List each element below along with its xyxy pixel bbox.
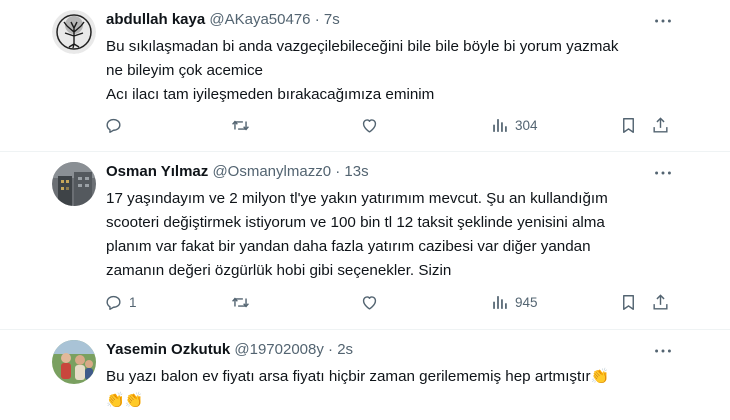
display-name[interactable]: Osman Yılmaz: [106, 163, 208, 180]
tree-avatar-icon[interactable]: [52, 10, 96, 54]
tweet-line: planım var fakat bir yandan daha fazla y…: [106, 238, 591, 255]
reply-button[interactable]: 1: [104, 293, 137, 312]
tweet-line: scooteri değiştirmek istiyorum ve 100 bi…: [106, 214, 605, 231]
bookmark-icon: [623, 118, 634, 133]
tweet[interactable]: abdullah kaya @AKaya50476 · 7s Bu sıkıla…: [0, 0, 730, 152]
people-photo-avatar-icon[interactable]: [52, 340, 96, 384]
like-button[interactable]: [360, 293, 385, 312]
like-button[interactable]: [360, 116, 385, 135]
tweet-text: Bu sıkılaşmadan bi anda vazgeçilebileceğ…: [106, 35, 676, 107]
tweet-line: 17 yaşındayım ve 2 milyon tl'ye yakın ya…: [106, 190, 608, 207]
reply-button[interactable]: [104, 116, 129, 135]
handle[interactable]: @AKaya50476: [209, 11, 310, 28]
bookmark-button[interactable]: [619, 293, 638, 312]
clapping-hands-emoji: 👏: [106, 392, 125, 409]
tweet-text: Bu yazı balon ev fiyatı arsa fiyatı hiçb…: [106, 365, 676, 413]
clapping-hands-emoji: 👏: [124, 392, 144, 409]
tweet-line: Bu sıkılaşmadan bi anda vazgeçilebileceğ…: [106, 38, 619, 55]
tweet-line: zamanın değeri özgürlük hobi gibi seçene…: [106, 262, 452, 279]
building-avatar-icon[interactable]: [52, 162, 96, 206]
views-icon: [493, 119, 507, 132]
display-name[interactable]: abdullah kaya: [106, 11, 205, 28]
tweet-line: Acı ilacı tam iyileşmeden bırakacağımıza…: [106, 86, 435, 103]
tweet-line: Bu yazı balon ev fiyatı arsa fiyatı hiçb…: [106, 368, 591, 385]
handle[interactable]: @19702008y: [234, 341, 323, 358]
tweet-header: abdullah kaya @AKaya50476 · 7s: [106, 11, 340, 28]
tweet[interactable]: Yasemin Ozkutuk @19702008y · 2s Bu yazı …: [0, 330, 730, 420]
like-icon: [362, 119, 377, 133]
timestamp[interactable]: · 13s: [335, 163, 368, 180]
share-button[interactable]: [651, 293, 670, 312]
action-bar: 304: [104, 116, 670, 138]
reply-icon: [106, 118, 121, 134]
views-icon: [493, 296, 507, 309]
retweet-icon: [231, 297, 250, 308]
reply-icon: [106, 295, 121, 311]
timestamp[interactable]: · 2s: [328, 341, 353, 358]
display-name[interactable]: Yasemin Ozkutuk: [106, 341, 230, 358]
timestamp[interactable]: · 7s: [315, 11, 340, 28]
retweet-button[interactable]: [231, 293, 256, 312]
action-bar: 1 945: [104, 293, 670, 315]
reply-count: 1: [129, 295, 137, 310]
bookmark-icon: [623, 295, 634, 310]
handle[interactable]: @Osmanylmazz0: [212, 163, 331, 180]
clapping-hands-emoji: 👏: [590, 368, 610, 385]
tweet[interactable]: Osman Yılmaz @Osmanylmazz0 · 13s 17 yaşı…: [0, 152, 730, 330]
tweet-header: Osman Yılmaz @Osmanylmazz0 · 13s: [106, 163, 369, 180]
retweet-icon: [231, 120, 250, 131]
view-count: 304: [515, 118, 538, 133]
like-icon: [362, 296, 377, 310]
share-icon: [653, 117, 668, 133]
bookmark-button[interactable]: [619, 116, 638, 135]
more-icon[interactable]: [652, 10, 674, 32]
tweet-header: Yasemin Ozkutuk @19702008y · 2s: [106, 341, 353, 358]
view-count: 945: [515, 295, 538, 310]
more-icon[interactable]: [652, 162, 674, 184]
tweet-text: 17 yaşındayım ve 2 milyon tl'ye yakın ya…: [106, 187, 676, 283]
share-button[interactable]: [651, 116, 670, 135]
share-icon: [653, 294, 668, 310]
more-icon[interactable]: [652, 340, 674, 362]
views-button[interactable]: 304: [490, 116, 538, 135]
retweet-button[interactable]: [231, 116, 256, 135]
views-button[interactable]: 945: [490, 293, 538, 312]
tweet-line: ne bileyim çok acemice: [106, 62, 263, 79]
